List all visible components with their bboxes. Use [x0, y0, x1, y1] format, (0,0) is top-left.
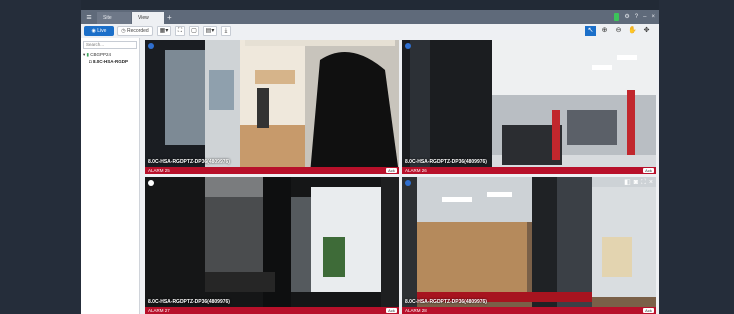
stream-status-icon	[148, 43, 154, 49]
ack-button[interactable]: Ack	[386, 168, 397, 173]
alarm-label: ALARM 26	[405, 168, 427, 173]
tree-item-label: CBGPP24	[90, 52, 112, 57]
camera-tile-1[interactable]: 8.0C-HSA-RGDPTZ-DP36(4809976) ALARM 25 A…	[145, 40, 399, 174]
right-dark-margin	[659, 0, 734, 314]
fullscreen-icon[interactable]: ⛶	[175, 26, 185, 36]
blank-view-icon[interactable]: ▢	[189, 26, 199, 36]
video-feed	[402, 40, 656, 174]
toolbar: ◉ Live ◷ Recorded ▦▾ ⛶ ▢ ▤▾ ⤓ ↖ ⊕ ⊖ ✋ ✥	[81, 24, 659, 38]
camera-tile-3[interactable]: 8.0C-HSA-RGDPTZ-DP36(4809976) ALARM 27 A…	[145, 177, 399, 314]
left-dark-margin	[0, 0, 81, 314]
hamburger-menu-icon[interactable]: ≡	[84, 12, 94, 22]
tab-view-1[interactable]: View 1×	[132, 12, 164, 33]
stream-status-icon	[405, 180, 411, 186]
stream-status-icon	[148, 180, 154, 186]
alarm-bar: ALARM 25 Ack	[145, 167, 399, 174]
close-icon[interactable]: ×	[651, 12, 655, 22]
save-view-button[interactable]: ▤▾	[203, 26, 217, 36]
ptz-control-icon[interactable]: ✥	[641, 26, 652, 36]
export-icon[interactable]: ⤓	[221, 26, 231, 36]
zoom-in-icon[interactable]: ⊕	[599, 26, 610, 36]
alarm-bar: ALARM 26 Ack	[402, 167, 656, 174]
layout-button[interactable]: ▦▾	[157, 26, 171, 36]
video-feed	[145, 40, 399, 174]
tree-item-site[interactable]: ▾ ▮ CBGPP24	[83, 52, 111, 58]
connection-status-icon	[614, 13, 620, 21]
close-tile-icon[interactable]: ×	[649, 179, 653, 187]
stream-status-icon	[405, 43, 411, 49]
help-icon[interactable]: ?	[635, 12, 638, 22]
alarm-label: ALARM 28	[405, 308, 427, 313]
tree-item-camera[interactable]: ◘ 8.0C-HSA-RGDP	[89, 59, 128, 64]
tab-site-login[interactable]: Site Login	[97, 12, 131, 33]
ack-button[interactable]: Ack	[386, 308, 397, 313]
bookmark-icon[interactable]: ◧	[624, 179, 631, 187]
vms-client-window: ≡ Site Login View 1× + ⚙ ? – × ◉ Live ◷ …	[81, 10, 659, 314]
camera-name: 8.0C-HSA-RGDPTZ-DP36(4809976)	[148, 159, 230, 165]
video-feed	[402, 177, 656, 314]
device-sidebar: Search... ▾ ▮ CBGPP24 ◘ 8.0C-HSA-RGDP	[81, 38, 140, 314]
camera-tile-2[interactable]: 8.0C-HSA-RGDPTZ-DP36(4809976) ALARM 26 A…	[402, 40, 656, 174]
tree-item-label: 8.0C-HSA-RGDP	[92, 59, 128, 64]
zoom-out-icon[interactable]: ⊖	[613, 26, 624, 36]
video-feed	[145, 177, 399, 314]
camera-name: 8.0C-HSA-RGDPTZ-DP36(4809976)	[405, 159, 487, 165]
alarm-label: ALARM 25	[148, 168, 170, 173]
alarm-bar: ALARM 28 Ack	[402, 307, 656, 314]
alarm-label: ALARM 27	[148, 308, 170, 313]
title-bar: ≡ Site Login View 1× + ⚙ ? – ×	[81, 10, 659, 33]
ack-button[interactable]: Ack	[643, 308, 654, 313]
camera-tile-4[interactable]: ◧ ◙ ⛶ × 8.0C-HSA-RGDPTZ-DP36(4809976) AL…	[402, 177, 656, 314]
live-label: Live	[97, 28, 107, 34]
camera-name: 8.0C-HSA-RGDPTZ-DP36(4809976)	[148, 299, 230, 305]
ack-button[interactable]: Ack	[643, 168, 654, 173]
recorded-label: Recorded	[127, 28, 149, 34]
settings-icon[interactable]: ⚙	[624, 12, 629, 22]
add-tab-button[interactable]: +	[167, 12, 172, 23]
pointer-tool-icon[interactable]: ↖	[585, 26, 596, 36]
device-search-input[interactable]: Search...	[83, 41, 137, 49]
snapshot-icon[interactable]: ◙	[634, 179, 638, 187]
live-button[interactable]: ◉ Live	[84, 26, 114, 36]
tile-controls: ◧ ◙ ⛶ ×	[624, 179, 653, 187]
fullscreen-tile-icon[interactable]: ⛶	[641, 179, 646, 187]
minimize-icon[interactable]: –	[643, 12, 646, 22]
window-controls: ⚙ ? – ×	[614, 12, 655, 22]
camera-name: 8.0C-HSA-RGDPTZ-DP36(4809976)	[405, 299, 487, 305]
camera-grid: 8.0C-HSA-RGDPTZ-DP36(4809976) ALARM 25 A…	[145, 40, 656, 314]
recorded-button[interactable]: ◷ Recorded	[117, 26, 153, 36]
alarm-bar: ALARM 27 Ack	[145, 307, 399, 314]
pan-hand-icon[interactable]: ✋	[627, 26, 638, 36]
